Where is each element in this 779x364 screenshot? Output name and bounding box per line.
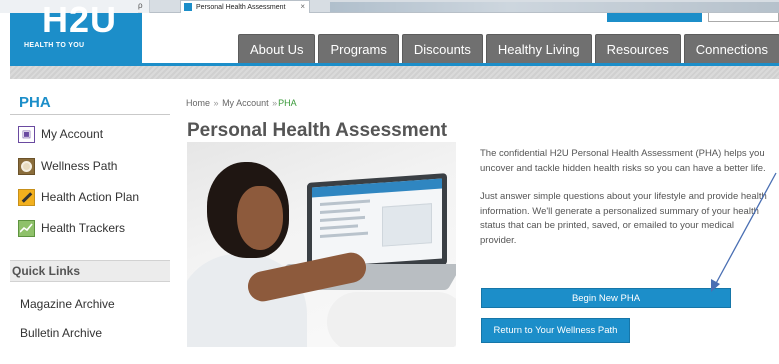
- sidebar-item-label: Health Action Plan: [41, 190, 140, 204]
- quick-links-heading: Quick Links: [10, 260, 170, 282]
- browser-tab[interactable]: Personal Health Assessment ×: [180, 0, 310, 13]
- hero-image: [187, 142, 456, 347]
- wellness-path-icon: [18, 157, 35, 175]
- sidebar-item-health-trackers[interactable]: Health Trackers: [18, 218, 125, 238]
- sidebar-item-health-action-plan[interactable]: Health Action Plan: [18, 187, 139, 207]
- breadcrumb: Home » My Account »PHA: [186, 98, 297, 108]
- nav-tab-connections[interactable]: Connections: [683, 34, 779, 63]
- logo-wordmark: H2U: [42, 0, 118, 40]
- breadcrumb-home[interactable]: Home: [186, 98, 210, 108]
- sidebar-item-label: My Account: [41, 127, 104, 141]
- return-to-wellness-path-button[interactable]: Return to Your Wellness Path: [481, 318, 630, 343]
- quick-link-bulletin-archive[interactable]: Bulletin Archive: [20, 326, 102, 340]
- nav-tab-programs[interactable]: Programs: [318, 34, 399, 63]
- favicon-icon: [184, 3, 192, 11]
- header-account-button[interactable]: [607, 13, 702, 22]
- sidebar-item-wellness-path[interactable]: Wellness Path: [18, 156, 117, 176]
- sidebar-item-label: Health Trackers: [41, 221, 126, 235]
- nav-tab-resources[interactable]: Resources: [594, 34, 681, 63]
- trackers-icon: [18, 219, 35, 237]
- breadcrumb-separator: »: [272, 98, 278, 108]
- header-search-input[interactable]: [708, 13, 779, 22]
- account-icon: ▣: [18, 125, 35, 143]
- sidebar: PHA ▣ My Account Wellness Path Health Ac…: [10, 84, 170, 364]
- breadcrumb-my-account[interactable]: My Account: [222, 98, 269, 108]
- action-plan-icon: [18, 188, 35, 206]
- site-header: H2U HEALTH TO YOU About Us Programs Disc…: [0, 0, 779, 81]
- hero-person-face: [237, 186, 283, 250]
- header-band: [10, 63, 779, 79]
- quick-link-magazine-archive[interactable]: Magazine Archive: [20, 297, 115, 311]
- browser-toolbar-background: [330, 2, 779, 12]
- breadcrumb-separator: »: [213, 98, 219, 108]
- intro-text: The confidential H2U Personal Health Ass…: [480, 147, 770, 249]
- sidebar-title: PHA: [19, 94, 51, 111]
- intro-paragraph-2: Just answer simple questions about your …: [480, 191, 767, 246]
- hero-pillow-shape: [327, 292, 456, 347]
- tab-close-icon[interactable]: ×: [300, 2, 305, 11]
- page-title: Personal Health Assessment: [187, 120, 448, 141]
- sidebar-item-my-account[interactable]: ▣ My Account: [18, 124, 103, 144]
- sidebar-item-label: Wellness Path: [41, 159, 118, 173]
- intro-paragraph-1: The confidential H2U Personal Health Ass…: [480, 148, 766, 174]
- nav-tab-healthy-living[interactable]: Healthy Living: [485, 34, 592, 63]
- main-nav: About Us Programs Discounts Healthy Livi…: [238, 34, 779, 63]
- breadcrumb-current: PHA: [278, 98, 297, 108]
- nav-tab-discounts[interactable]: Discounts: [401, 34, 483, 63]
- site-logo[interactable]: H2U HEALTH TO YOU: [10, 0, 142, 67]
- begin-new-pha-button[interactable]: Begin New PHA: [481, 288, 731, 308]
- browser-tab-title: Personal Health Assessment: [196, 3, 286, 11]
- nav-tab-about-us[interactable]: About Us: [238, 34, 316, 63]
- sidebar-divider: [10, 114, 170, 115]
- logo-tagline: HEALTH TO YOU: [24, 42, 85, 49]
